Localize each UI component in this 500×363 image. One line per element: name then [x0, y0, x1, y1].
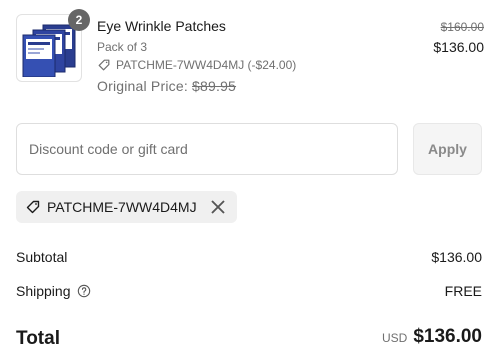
cart-line-item: 2 Eye Wrinkle Patches Pack of 3 PATCHME-…	[16, 9, 484, 98]
total-value: $136.00	[413, 326, 482, 347]
original-price-value: $89.95	[192, 78, 237, 94]
line-price: $136.00	[433, 39, 484, 55]
subtotal-value: $136.00	[431, 249, 482, 265]
help-icon[interactable]	[77, 284, 91, 298]
subtotal-label: Subtotal	[16, 249, 68, 265]
line-discount-text: PATCHME-7WW4D4MJ (-$24.00)	[116, 58, 297, 72]
total-label: Total	[16, 328, 60, 349]
original-price-label: Original Price:	[97, 78, 188, 94]
applied-discount-code: PATCHME-7WW4D4MJ	[47, 199, 197, 215]
apply-button[interactable]: Apply	[413, 123, 482, 175]
total-row: Total USD $136.00	[16, 326, 482, 354]
line-discount: PATCHME-7WW4D4MJ (-$24.00)	[97, 58, 296, 72]
product-name: Eye Wrinkle Patches	[97, 18, 226, 34]
quantity-badge: 2	[68, 9, 90, 31]
original-price: Original Price: $89.95	[97, 78, 236, 94]
shipping-label: Shipping	[16, 283, 71, 299]
product-thumbnail: 2	[16, 9, 90, 82]
shipping-value: FREE	[444, 283, 482, 299]
subtotal-row: Subtotal $136.00	[16, 249, 482, 269]
discount-code-input[interactable]	[16, 123, 398, 175]
applied-discount-chip: PATCHME-7WW4D4MJ	[16, 191, 237, 223]
compare-at-price: $160.00	[440, 20, 484, 34]
shipping-row: Shipping FREE	[16, 283, 482, 303]
product-variant: Pack of 3	[97, 40, 148, 54]
product-pack-image	[22, 24, 76, 77]
tag-icon	[26, 200, 40, 214]
total-amount-group: USD $136.00	[382, 326, 482, 348]
shipping-label-group: Shipping	[16, 283, 91, 299]
close-icon	[210, 200, 225, 214]
tag-icon	[98, 59, 110, 71]
remove-discount-button[interactable]	[209, 198, 227, 216]
currency-code: USD	[381, 331, 408, 345]
